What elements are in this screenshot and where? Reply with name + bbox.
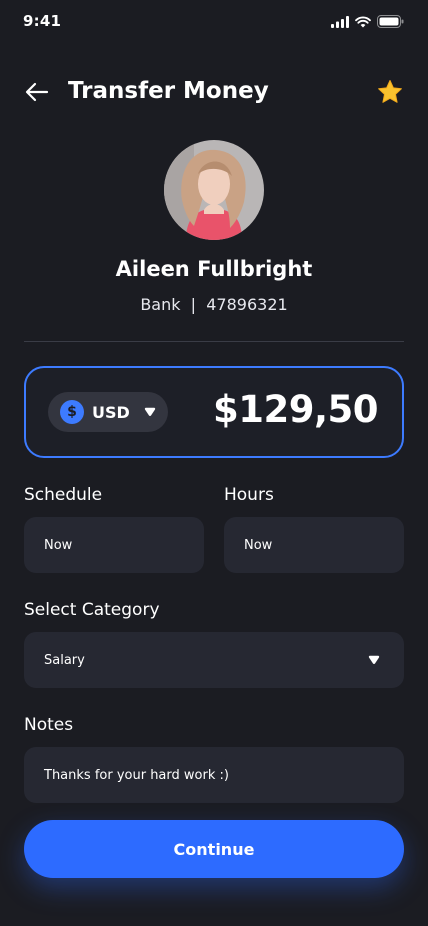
currency-code: USD bbox=[92, 402, 130, 422]
notes-input[interactable]: Thanks for your hard work :) bbox=[24, 747, 404, 803]
notes-label: Notes bbox=[24, 715, 74, 735]
arrow-left-icon bbox=[25, 82, 49, 102]
dollar-icon: $ bbox=[60, 400, 84, 424]
status-time: 9:41 bbox=[23, 12, 62, 30]
status-bar: 9:41 bbox=[0, 0, 428, 44]
continue-button[interactable]: Continue bbox=[24, 820, 404, 878]
star-icon bbox=[378, 80, 402, 103]
divider bbox=[24, 341, 404, 342]
cellular-signal-icon bbox=[331, 15, 349, 28]
recipient-bank-info: Bank | 47896321 bbox=[140, 295, 288, 314]
caret-down-icon bbox=[144, 407, 156, 417]
schedule-field[interactable]: Now bbox=[24, 517, 204, 573]
category-label: Select Category bbox=[24, 600, 160, 620]
schedule-label: Schedule bbox=[24, 485, 103, 505]
notes-value: Thanks for your hard work :) bbox=[44, 767, 229, 783]
category-value: Salary bbox=[44, 652, 85, 668]
amount-card: $ USD $129,50 bbox=[24, 366, 404, 458]
avatar-photo bbox=[164, 140, 264, 240]
header: Transfer Money bbox=[0, 70, 428, 114]
favorite-button[interactable] bbox=[376, 78, 404, 106]
hours-label: Hours bbox=[224, 485, 274, 505]
battery-icon bbox=[377, 15, 404, 28]
hours-field[interactable]: Now bbox=[224, 517, 404, 573]
category-select[interactable]: Salary bbox=[24, 632, 404, 688]
currency-select[interactable]: $ USD bbox=[48, 392, 168, 432]
page-title: Transfer Money bbox=[68, 78, 269, 104]
schedule-value: Now bbox=[44, 537, 73, 553]
caret-down-icon bbox=[368, 654, 380, 669]
hours-value: Now bbox=[244, 537, 273, 553]
currency-symbol: $ bbox=[67, 404, 77, 420]
recipient-name: Aileen Fullbright bbox=[115, 257, 313, 281]
amount-input[interactable]: $129,50 bbox=[213, 388, 379, 431]
back-button[interactable] bbox=[24, 80, 50, 104]
status-icons bbox=[331, 15, 404, 28]
wifi-icon bbox=[355, 16, 371, 27]
avatar bbox=[164, 140, 264, 240]
